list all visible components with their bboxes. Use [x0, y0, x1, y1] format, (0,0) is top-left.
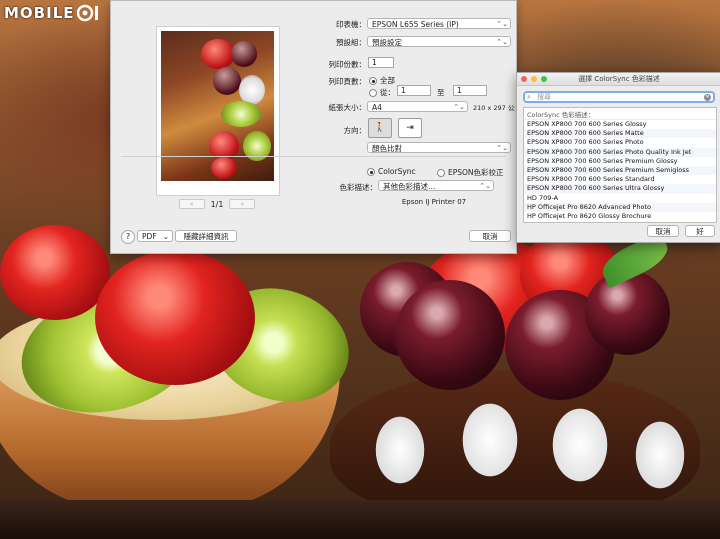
radio-dot [369, 76, 377, 85]
list-item[interactable]: EPSON XP800 700 600 Series Premium Gloss… [524, 157, 716, 166]
portrait-orientation-icon: 🚶 [374, 123, 386, 133]
pages-from-label: 從： [380, 88, 395, 97]
preset-popup[interactable]: 預設設定 ⌃⌄ [367, 36, 511, 47]
landscape-button[interactable]: ⇥ [398, 118, 422, 138]
list-item[interactable]: EPSON XP800 700 600 Series Standard [524, 175, 716, 184]
preview-thumbnail [161, 31, 274, 181]
pages-all-label: 全部 [380, 76, 395, 85]
pdf-menu-button[interactable]: PDF ⌄ [137, 230, 173, 242]
next-page-button[interactable]: » [229, 199, 256, 209]
printer-popup[interactable]: EPSON L655 Series (IP) ⌃⌄ [367, 18, 511, 29]
list-header: ColorSync 色彩描述： [524, 108, 716, 120]
paper-dimensions: 210 x 297 公釐 [473, 104, 515, 112]
profile-value: 其他色彩描述… [383, 182, 436, 191]
sheet-ok-button[interactable]: 好 [685, 225, 715, 237]
printer-label: 印表機： [336, 20, 366, 29]
colorsync-label: ColorSync [378, 167, 416, 176]
radio-dot [369, 88, 377, 97]
radio-dot [367, 167, 375, 176]
list-item[interactable]: HP Officejet Pro 8620 Glossy Brochure [524, 212, 716, 221]
list-item[interactable]: HP Officejet Pro 8620 Advanced Photo [524, 202, 716, 212]
list-item[interactable]: EPSON XP800 700 600 Series Photo [524, 138, 716, 147]
section-popup[interactable]: 顏色比對 ⌃⌄ [367, 142, 511, 153]
pages-label: 列印頁數： [328, 77, 367, 86]
radio-dot [437, 168, 445, 177]
grape [395, 280, 505, 390]
logo-text: MOBILE [4, 4, 75, 22]
colorsync-radio[interactable]: ColorSync [367, 167, 416, 176]
grape [585, 270, 670, 355]
first-page-button[interactable]: « [178, 199, 205, 209]
preset-value: 預設設定 [372, 38, 402, 47]
search-input[interactable]: ⌕ 搜尋 ✕ [523, 91, 715, 103]
sheet-title: 選擇 ColorSync 色彩描述 [578, 75, 660, 83]
help-icon: ? [125, 232, 131, 241]
table-surface [0, 500, 720, 539]
popup-chevron-icon: ⌃⌄ [496, 20, 508, 28]
last-page-icon: » [240, 200, 245, 208]
profile-popup[interactable]: 其他色彩描述… ⌃⌄ [378, 180, 494, 191]
pages-from-field[interactable]: 1 [397, 85, 431, 96]
pages-to-field[interactable]: 1 [453, 85, 487, 96]
page-indicator: 1/1 [210, 199, 224, 209]
printer-model-note: Epson IJ Printer 07 [401, 198, 467, 206]
pages-range-radio[interactable]: 從： [369, 87, 395, 98]
list-item[interactable]: EPSON XP800 700 600 Series Ultra Glossy [524, 184, 716, 194]
print-dialog: « 1/1 » 印表機： EPSON L655 Series (IP) ⌃⌄ 預… [110, 0, 517, 254]
preset-label: 預設組： [336, 38, 366, 47]
paper-size-popup[interactable]: A4 ⌃⌄ [367, 101, 468, 112]
pdf-label: PDF [142, 232, 157, 241]
popup-chevron-icon: ⌃⌄ [496, 38, 508, 46]
meringue-tart [330, 370, 700, 520]
divider [121, 156, 506, 157]
mobile01-logo-icon [76, 4, 98, 22]
landscape-orientation-icon: ⇥ [406, 123, 414, 133]
orientation-label: 方向： [343, 126, 367, 135]
portrait-button[interactable]: 🚶 [368, 118, 392, 138]
first-page-icon: « [189, 200, 194, 208]
help-button[interactable]: ? [121, 230, 135, 244]
list-item[interactable]: EPSON XP800 700 600 Series Photo Quality… [524, 147, 716, 157]
section-value: 顏色比對 [372, 144, 402, 153]
preview-pager: « 1/1 » [156, 198, 278, 210]
profile-label: 色彩描述： [339, 183, 378, 192]
list-item[interactable]: EPSON XP800 700 600 Series Glossy [524, 120, 716, 129]
search-placeholder: 搜尋 [537, 93, 551, 101]
list-item[interactable]: HD 709-A [524, 194, 716, 203]
copies-field[interactable]: 1 [368, 57, 394, 68]
strawberry [0, 225, 110, 320]
copies-label: 列印份數： [328, 60, 367, 69]
pages-all-radio[interactable]: 全部 [369, 75, 395, 86]
strawberry [95, 250, 255, 385]
paper-size-label: 紙張大小： [328, 103, 367, 112]
paper-size-value: A4 [372, 103, 382, 112]
printer-value: EPSON L655 Series (IP) [372, 20, 459, 29]
hide-details-button[interactable]: 隱藏詳細資訊 [175, 230, 237, 242]
clear-search-icon[interactable]: ✕ [704, 94, 711, 101]
print-preview [156, 26, 280, 196]
sheet-titlebar: 選擇 ColorSync 色彩描述 [517, 73, 720, 86]
cancel-button[interactable]: 取消 [469, 230, 511, 242]
profile-list[interactable]: ColorSync 色彩描述： EPSON XP800 700 600 Seri… [523, 107, 717, 223]
list-item[interactable]: EPSON XP800 700 600 Series Matte [524, 129, 716, 139]
chevron-down-icon: ⌄ [162, 232, 169, 241]
list-item[interactable]: EPSON XP800 700 600 Series Premium Semig… [524, 165, 716, 176]
epson-color-radio[interactable]: EPSON色彩校正 [437, 167, 504, 178]
colorsync-profile-sheet: 選擇 ColorSync 色彩描述 ⌕ 搜尋 ✕ ColorSync 色彩描述：… [516, 72, 720, 243]
search-icon: ⌕ [527, 93, 531, 101]
popup-chevron-icon: ⌃⌄ [453, 103, 465, 111]
sheet-cancel-button[interactable]: 取消 [647, 225, 679, 237]
pages-to-label: 至 [437, 88, 445, 97]
popup-chevron-icon: ⌃⌄ [496, 144, 508, 152]
epson-color-label: EPSON色彩校正 [448, 168, 504, 177]
popup-chevron-icon: ⌃⌄ [479, 182, 491, 190]
watermark-logo: MOBILE [4, 3, 101, 23]
